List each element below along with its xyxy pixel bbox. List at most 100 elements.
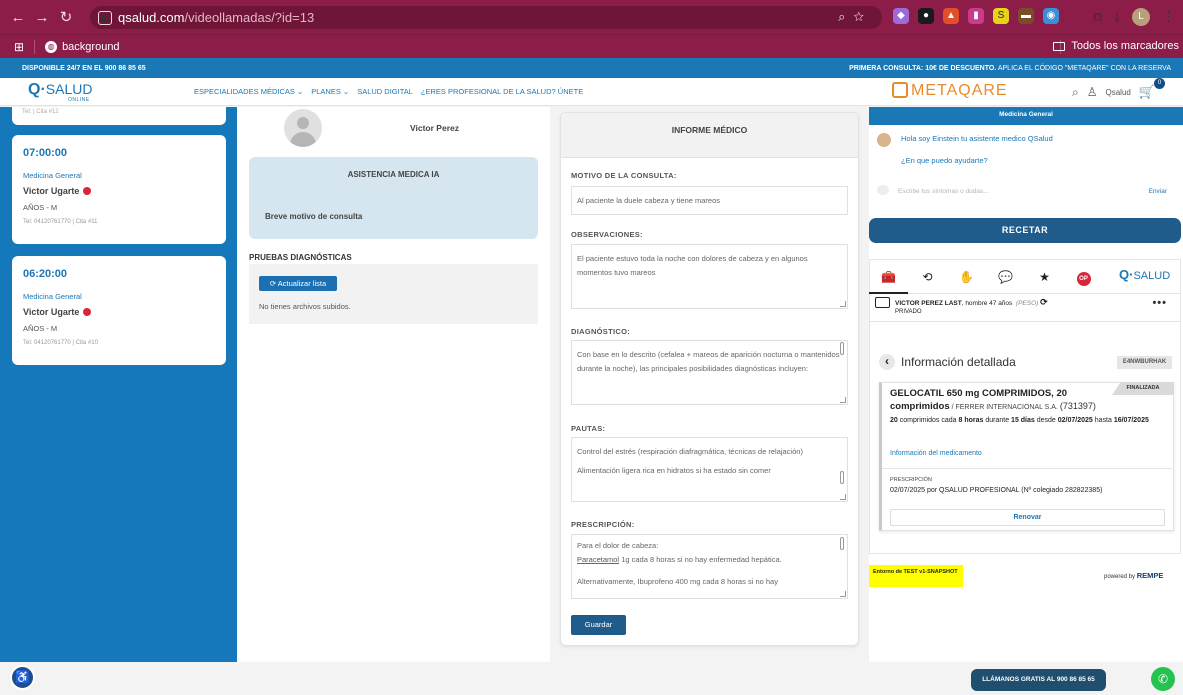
medication-dosage: 20 comprimidos cada 8 horas durante 15 d… xyxy=(890,417,1149,424)
metaqare-logo[interactable]: METAQARE xyxy=(892,82,1008,100)
patient-summary-row: VICTOR PEREZ LAST, hombre 47 años (PESO)… xyxy=(875,297,1175,321)
prescripcion-line-3: Alternativamente, Ibuprofeno 400 mg cada… xyxy=(577,577,778,586)
back-chevron-icon[interactable]: ‹ xyxy=(879,354,895,370)
tab-briefcase-icon[interactable]: 🧰 xyxy=(869,262,908,294)
pautas-value-1: Control del estrés (respiración diafragm… xyxy=(577,447,803,456)
browser-actions: ⧉ ⤓ L ⋮ xyxy=(1093,8,1175,26)
extension-icon[interactable]: ◉ xyxy=(1043,8,1059,24)
more-icon[interactable]: ••• xyxy=(1152,297,1167,309)
promo-strip: DISPONIBLE 24/7 EN EL 900 86 85 65 PRIME… xyxy=(0,58,1183,78)
chat-input[interactable]: Escribe tus síntomas o dudas... xyxy=(898,188,989,195)
reload-icon[interactable]: ↻ xyxy=(54,8,78,26)
tab-op[interactable]: OP xyxy=(1064,262,1103,294)
motivo-value: Al paciente la duele cabeza y tiene mare… xyxy=(577,196,721,205)
motivo-field[interactable]: Al paciente la duele cabeza y tiene mare… xyxy=(571,186,848,215)
apps-grid-icon[interactable]: ⊞ xyxy=(14,40,24,54)
prescripcion-field[interactable]: Para el dolor de cabeza: Paracetamol 1g … xyxy=(571,534,848,599)
diagnostico-field[interactable]: Con base en lo descrito (cefalea + mareo… xyxy=(571,340,848,405)
whatsapp-icon[interactable]: ✆ xyxy=(1151,667,1175,691)
puzzle-icon[interactable]: ⧉ xyxy=(1093,9,1102,25)
nav-especialidades[interactable]: ESPECIALIDADES MÉDICAS ⌄ xyxy=(194,87,303,96)
site-info-icon[interactable]: ◧ xyxy=(98,10,112,25)
metaqare-mark-icon xyxy=(892,82,908,98)
patient-summary: VICTOR PEREZ LAST, hombre 47 años (PESO)… xyxy=(895,297,1048,307)
download-icon[interactable]: ⤓ xyxy=(1114,9,1120,25)
accessibility-icon[interactable]: ♿ xyxy=(10,665,35,690)
forward-icon[interactable]: → xyxy=(30,9,54,26)
resize-handle-icon[interactable] xyxy=(840,494,846,500)
rempe-logo: REMPE xyxy=(1136,571,1164,580)
all-bookmarks[interactable]: Todos los marcadores xyxy=(1053,40,1179,52)
cart-icon[interactable]: 🛒 xyxy=(1139,84,1155,100)
header-actions: ⌕ ♙ Qsalud 🛒 0 xyxy=(1072,78,1165,100)
status-dot-icon xyxy=(83,308,92,316)
profile-avatar[interactable]: L xyxy=(1132,8,1150,26)
chat-header: Medicina General xyxy=(869,107,1183,125)
coverage-label: PRIVADO xyxy=(895,309,922,315)
user-name[interactable]: Qsalud xyxy=(1106,88,1131,97)
send-button[interactable]: Enviar xyxy=(1149,188,1167,195)
recetar-button[interactable]: RECETAR xyxy=(869,218,1181,243)
patient-name: Victor Perez xyxy=(410,123,459,133)
nav-salud-digital[interactable]: SALUD DIGITAL xyxy=(357,87,413,96)
extension-icon[interactable]: ● xyxy=(918,8,934,24)
appointment-specialty: Medicina General xyxy=(23,292,82,301)
scrollbar-thumb[interactable] xyxy=(840,342,844,355)
resize-handle-icon[interactable] xyxy=(840,397,846,403)
address-bar[interactable]: ◧ qsalud.com/videollamadas/?id=13 ⌕☆ xyxy=(90,6,882,29)
extension-icon[interactable]: ▲ xyxy=(943,8,959,24)
ia-assistant-box[interactable]: ASISTENCIA MEDICA IA Breve motivo de con… xyxy=(249,157,538,239)
extension-icon[interactable]: S xyxy=(993,8,1009,24)
appointment-card[interactable]: 06:20:00 Medicina General Victor Ugarte … xyxy=(12,256,226,365)
prescripcion-label: PRESCRIPCIÓN: xyxy=(571,520,635,529)
appointment-patient: Victor Ugarte xyxy=(23,307,215,317)
search-icon[interactable]: ⌕ xyxy=(1072,85,1079,100)
qsalud-small-logo: Q·SALUD xyxy=(1119,267,1171,282)
nav-profesional[interactable]: ¿ERES PROFESIONAL DE LA SALUD? ÚNETE xyxy=(421,87,583,96)
extension-icon[interactable]: ▬ xyxy=(1018,8,1034,24)
qsalud-logo[interactable]: Q·SALUD ONLINE xyxy=(28,81,92,103)
url-host: qsalud.com xyxy=(118,10,185,25)
appointment-tel: Tel: 04120761770 | Cita #11 xyxy=(23,219,98,225)
back-icon[interactable]: ← xyxy=(6,9,30,26)
appointment-time: 06:20:00 xyxy=(23,268,68,280)
bookmark-background[interactable]: ◍ background xyxy=(45,40,120,53)
pautas-field[interactable]: Control del estrés (respiración diafragm… xyxy=(571,437,848,502)
user-icon[interactable]: ♙ xyxy=(1087,85,1098,99)
tab-history-icon[interactable]: ⟲ xyxy=(908,262,947,294)
scrollbar-thumb[interactable] xyxy=(840,537,844,550)
ia-title: ASISTENCIA MEDICA IA xyxy=(347,170,440,179)
nav-planes[interactable]: PLANES ⌄ xyxy=(311,87,349,96)
tab-chat-icon[interactable]: 💬 xyxy=(986,262,1025,294)
scrollbar-thumb[interactable] xyxy=(840,471,844,484)
chat-input-row: Escribe tus síntomas o dudas... Enviar xyxy=(877,183,1171,201)
tab-star-icon[interactable]: ★ xyxy=(1025,262,1064,294)
refresh-list-button[interactable]: ⟳ Actualizar lista xyxy=(259,276,337,291)
medication-info-link[interactable]: Información del medicamento xyxy=(890,450,982,457)
divider xyxy=(34,39,36,54)
id-card-icon xyxy=(875,297,890,308)
save-button[interactable]: Guardar xyxy=(571,615,626,635)
resize-handle-icon[interactable] xyxy=(840,591,846,597)
pautas-value-2: Alimentación ligera rica en hidratos si … xyxy=(577,466,771,475)
prescripcion-line-1: Para el dolor de cabeza: xyxy=(577,541,659,550)
extension-icon[interactable]: ▮ xyxy=(968,8,984,24)
renew-button[interactable]: Renovar xyxy=(890,509,1165,526)
appointment-tel: Tel: 04120761770 | Cita #10 xyxy=(23,340,98,346)
chat-message: Hola soy Einstein tu asistente medico QS… xyxy=(901,134,1053,143)
folder-icon xyxy=(1053,41,1066,51)
logo-mark: Q· xyxy=(28,81,46,98)
availability-text: DISPONIBLE 24/7 EN EL 900 86 85 65 xyxy=(22,65,146,72)
menu-icon[interactable]: ⋮ xyxy=(1162,9,1175,25)
refresh-icon[interactable]: ⟳ xyxy=(1040,297,1048,307)
tab-hand-icon[interactable]: ✋ xyxy=(947,262,986,294)
extension-icon[interactable]: ◆ xyxy=(893,8,909,24)
patient-avatar xyxy=(284,109,322,147)
cart-badge: 0 xyxy=(1154,78,1165,89)
appointment-card-partial[interactable]: Tel: | Cita #12 xyxy=(12,107,226,125)
call-button[interactable]: LLÁMANOS GRATIS AL 900 86 85 65 xyxy=(971,669,1106,691)
resize-handle-icon[interactable] xyxy=(840,301,846,307)
observaciones-field[interactable]: El paciente estuvo toda la noche con dol… xyxy=(571,244,848,309)
appointment-card[interactable]: 07:00:00 Medicina General Victor Ugarte … xyxy=(12,135,226,244)
zoom-star-icons[interactable]: ⌕☆ xyxy=(838,9,872,25)
